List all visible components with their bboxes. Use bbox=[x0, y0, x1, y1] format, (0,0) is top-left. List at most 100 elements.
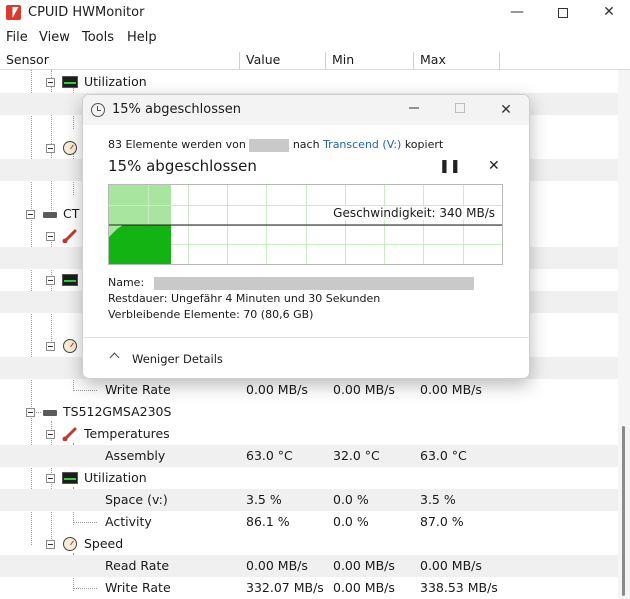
sensor-value: 63.0 °C bbox=[246, 448, 293, 463]
minimize-icon bbox=[409, 107, 419, 109]
node-label: TS512GMSA230S bbox=[63, 404, 172, 419]
dialog-maximize-button bbox=[437, 95, 483, 125]
table-row[interactable]: Read Rate 0.00 MB/s 0.00 MB/s 0.00 MB/s bbox=[0, 555, 618, 577]
close-button[interactable]: ✕ bbox=[586, 0, 630, 26]
tree-node-speed[interactable]: Speed bbox=[0, 533, 618, 555]
thermometer-icon bbox=[62, 427, 77, 441]
node-label: CT bbox=[63, 206, 80, 221]
table-row[interactable]: Assembly 63.0 °C 32.0 °C 63.0 °C bbox=[0, 445, 618, 467]
name-label: Name: bbox=[108, 276, 145, 289]
remaining-time-row: Restdauer: Ungefähr 4 Minuten und 30 Sek… bbox=[108, 292, 380, 305]
maximize-button[interactable] bbox=[540, 0, 586, 26]
table-row[interactable]: Write Rate 0.00 MB/s 0.00 MB/s 0.00 MB/s bbox=[0, 379, 618, 401]
sensor-max: 0.00 MB/s bbox=[420, 558, 482, 573]
vertical-scrollbar[interactable] bbox=[618, 70, 630, 599]
copy-description: 83 Elemente werden von nach Transcend (V… bbox=[108, 138, 443, 152]
node-label: Utilization bbox=[84, 74, 147, 89]
pause-button[interactable]: ❚❚ bbox=[439, 159, 461, 174]
collapse-toggle[interactable] bbox=[26, 210, 35, 219]
remaining-label: Restdauer: bbox=[108, 292, 168, 305]
chevron-up-icon bbox=[109, 352, 120, 363]
node-label: Speed bbox=[84, 536, 124, 551]
tree-node-utilization[interactable]: Utilization bbox=[0, 467, 618, 489]
redacted-filename bbox=[153, 276, 474, 290]
sensor-max: 3.5 % bbox=[420, 492, 456, 507]
sensor-max: 338.53 MB/s bbox=[420, 580, 498, 595]
speedometer-icon bbox=[63, 537, 77, 551]
node-label: Utilization bbox=[84, 470, 147, 485]
column-min[interactable]: Min bbox=[326, 52, 414, 69]
dialog-title: 15% abgeschlossen bbox=[112, 102, 242, 117]
redacted-source bbox=[249, 138, 290, 152]
hwmonitor-logo-icon bbox=[6, 5, 21, 20]
sensor-value: 0.00 MB/s bbox=[246, 382, 308, 397]
collapse-toggle[interactable] bbox=[46, 232, 55, 241]
collapse-toggle[interactable] bbox=[26, 408, 35, 417]
node-label: Temperatures bbox=[84, 426, 170, 441]
menu-view[interactable]: View bbox=[39, 30, 70, 45]
dialog-divider bbox=[83, 337, 529, 338]
sensor-value: 332.07 MB/s bbox=[246, 580, 324, 595]
table-row[interactable]: Write Rate 332.07 MB/s 0.00 MB/s 338.53 … bbox=[0, 577, 618, 599]
collapse-toggle[interactable] bbox=[46, 144, 55, 153]
table-row[interactable]: Activity 86.1 % 0.0 % 87.0 % bbox=[0, 511, 618, 533]
speedometer-icon bbox=[63, 141, 77, 155]
dialog-close-button[interactable]: ✕ bbox=[483, 95, 529, 125]
dialog-minimize-button[interactable] bbox=[391, 95, 437, 125]
sensor-min: 0.00 MB/s bbox=[333, 382, 395, 397]
tree-node-drive[interactable]: TS512GMSA230S bbox=[0, 401, 618, 423]
fewer-details-button[interactable]: Weniger Details bbox=[132, 352, 223, 366]
window-title: CPUID HWMonitor bbox=[28, 5, 145, 20]
minimize-button[interactable]: — bbox=[494, 0, 540, 26]
menu-file[interactable]: File bbox=[6, 30, 28, 45]
speed-area bbox=[109, 225, 171, 264]
desc-mid: nach bbox=[292, 138, 320, 151]
sensor-max: 0.00 MB/s bbox=[420, 382, 482, 397]
sensor-min: 0.00 MB/s bbox=[333, 558, 395, 573]
sensor-min: 0.0 % bbox=[333, 492, 369, 507]
tree-node-utilization[interactable]: Utilization bbox=[0, 71, 618, 93]
sensor-label: Read Rate bbox=[105, 558, 170, 573]
column-value[interactable]: Value bbox=[240, 52, 326, 69]
utilization-icon bbox=[62, 274, 78, 286]
sensor-label: Write Rate bbox=[105, 580, 171, 595]
drive-icon bbox=[43, 212, 57, 218]
sensor-label: Activity bbox=[105, 514, 152, 529]
copy-progress-dialog: 15% abgeschlossen ✕ 83 Elemente werden v… bbox=[82, 94, 530, 379]
sensor-value: 3.5 % bbox=[246, 492, 282, 507]
name-row: Name: bbox=[108, 276, 474, 290]
items-label: Verbleibende Elemente: bbox=[108, 308, 240, 321]
sensor-label: Write Rate bbox=[105, 382, 171, 397]
collapse-toggle[interactable] bbox=[46, 474, 55, 483]
speedometer-icon bbox=[63, 339, 77, 353]
collapse-toggle[interactable] bbox=[46, 540, 55, 549]
maximize-icon bbox=[455, 103, 465, 113]
collapse-toggle[interactable] bbox=[46, 342, 55, 351]
collapse-toggle[interactable] bbox=[46, 430, 55, 439]
sensor-min: 0.00 MB/s bbox=[333, 580, 395, 595]
clock-icon bbox=[91, 103, 105, 117]
desc-suffix: kopiert bbox=[404, 138, 444, 151]
collapse-toggle[interactable] bbox=[46, 276, 55, 285]
cancel-button[interactable]: ✕ bbox=[488, 158, 500, 174]
desc-prefix: 83 Elemente werden von bbox=[108, 138, 246, 151]
sensor-label: Space (v:) bbox=[105, 492, 168, 507]
sensor-min: 0.0 % bbox=[333, 514, 369, 529]
column-sensor[interactable]: Sensor bbox=[0, 52, 240, 69]
column-max[interactable]: Max bbox=[414, 52, 500, 69]
tree-node-temperatures[interactable]: Temperatures bbox=[0, 423, 618, 445]
menu-tools[interactable]: Tools bbox=[82, 30, 114, 45]
remaining-value: Ungefähr 4 Minuten und 30 Sekunden bbox=[170, 292, 381, 305]
thermometer-icon bbox=[62, 229, 77, 243]
sensor-value: 0.00 MB/s bbox=[246, 558, 308, 573]
sensor-min: 32.0 °C bbox=[333, 448, 380, 463]
destination-link[interactable]: Transcend (V:) bbox=[323, 138, 401, 151]
scrollbar-thumb[interactable] bbox=[622, 426, 625, 596]
table-row[interactable]: Space (v:) 3.5 % 0.0 % 3.5 % bbox=[0, 489, 618, 511]
speed-graph-svg bbox=[109, 185, 502, 264]
menu-bar: File View Tools Help bbox=[0, 28, 630, 48]
menu-help[interactable]: Help bbox=[127, 30, 157, 45]
collapse-toggle[interactable] bbox=[46, 78, 55, 87]
utilization-icon bbox=[62, 472, 78, 484]
utilization-icon bbox=[62, 76, 78, 88]
